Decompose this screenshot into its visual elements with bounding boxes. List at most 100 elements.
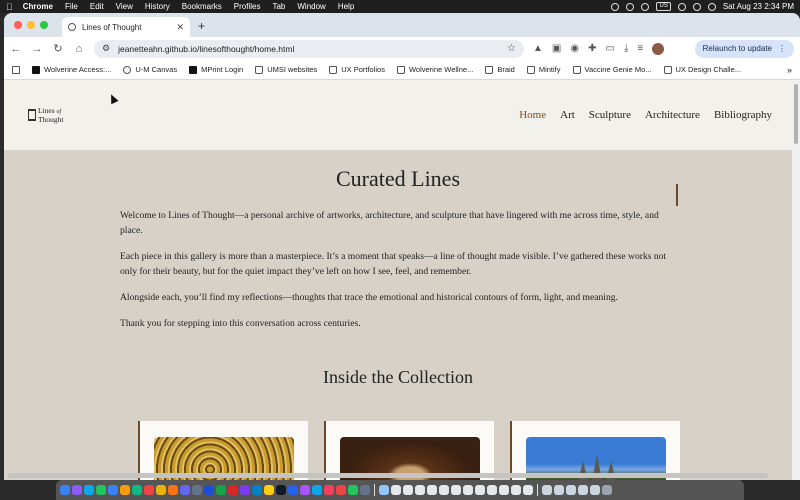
- chrome-icon[interactable]: [264, 485, 274, 495]
- calendar-icon[interactable]: [144, 485, 154, 495]
- music-icon[interactable]: [324, 485, 334, 495]
- nav-architecture[interactable]: Architecture: [645, 109, 700, 121]
- unknown-app-icon[interactable]: [427, 485, 437, 495]
- safari-icon[interactable]: [84, 485, 94, 495]
- unknown-app-icon[interactable]: [403, 485, 413, 495]
- menu-profiles[interactable]: Profiles: [234, 2, 261, 11]
- extensions-puzzle-icon[interactable]: ✚: [588, 43, 596, 54]
- launchpad-icon[interactable]: [72, 485, 82, 495]
- site-info-icon[interactable]: ⚙: [102, 43, 110, 54]
- unknown-app-icon[interactable]: [523, 485, 533, 495]
- scrollbar-thumb[interactable]: [794, 84, 798, 144]
- control-center-icon[interactable]: [707, 2, 716, 11]
- bookmark-5[interactable]: Wolverine Wellne...: [396, 65, 473, 74]
- finder-icon[interactable]: [60, 485, 70, 495]
- unknown-app-icon[interactable]: [487, 485, 497, 495]
- reminders-icon[interactable]: [168, 485, 178, 495]
- address-bar[interactable]: ⚙ jeanetteahn.github.io/linesofthought/h…: [94, 39, 524, 58]
- apple-menu-icon[interactable]: : [6, 2, 13, 12]
- nav-home[interactable]: Home: [519, 109, 546, 121]
- play-icon[interactable]: [641, 2, 650, 11]
- home-icon[interactable]: ⌂: [73, 43, 85, 55]
- bluetooth-icon[interactable]: [626, 2, 635, 11]
- extension-icon-1[interactable]: ▲: [533, 43, 543, 54]
- outlook-icon[interactable]: [252, 485, 262, 495]
- menu-tab[interactable]: Tab: [272, 2, 285, 11]
- unknown-app-icon[interactable]: [439, 485, 449, 495]
- menu-help[interactable]: Help: [338, 2, 354, 11]
- unknown-app-icon[interactable]: [499, 485, 509, 495]
- photos-icon[interactable]: [120, 485, 130, 495]
- forward-arrow-icon[interactable]: →: [31, 43, 43, 55]
- menu-file[interactable]: File: [65, 2, 78, 11]
- wifi-icon[interactable]: [677, 2, 686, 11]
- minimize-window-button[interactable]: [27, 21, 35, 29]
- preview-icon[interactable]: [360, 485, 370, 495]
- trash-icon[interactable]: [602, 485, 612, 495]
- bookmark-6[interactable]: Braid: [485, 65, 515, 74]
- collection-card-sculpture[interactable]: [324, 421, 494, 480]
- recent-app-icon[interactable]: [379, 485, 389, 495]
- app-store-icon[interactable]: [180, 485, 190, 495]
- menu-edit[interactable]: Edit: [90, 2, 104, 11]
- unknown-app-icon[interactable]: [475, 485, 485, 495]
- bookmark-3[interactable]: UMSI websites: [255, 65, 317, 74]
- search-icon[interactable]: [692, 2, 701, 11]
- horizontal-scrollbar[interactable]: [8, 473, 768, 478]
- extension-icon-2[interactable]: ▣: [552, 43, 561, 54]
- download-icon[interactable]: ⤓: [624, 43, 628, 54]
- profile-avatar[interactable]: [652, 42, 665, 55]
- menu-view[interactable]: View: [116, 2, 133, 11]
- unknown-app-icon[interactable]: [511, 485, 521, 495]
- messages-icon[interactable]: [96, 485, 106, 495]
- collection-card-architecture[interactable]: [510, 421, 680, 480]
- more-menu-icon[interactable]: ⋮: [778, 44, 786, 53]
- menu-bookmarks[interactable]: Bookmarks: [182, 2, 222, 11]
- menu-history[interactable]: History: [145, 2, 170, 11]
- tab-lines-of-thought[interactable]: Lines of Thought ✕: [62, 17, 190, 37]
- nav-bibliography[interactable]: Bibliography: [714, 109, 772, 121]
- minimized-window-icon[interactable]: [554, 485, 564, 495]
- spotify-icon[interactable]: [348, 485, 358, 495]
- zoom-icon[interactable]: [288, 485, 298, 495]
- bookmark-4[interactable]: UX Portfolios: [329, 65, 385, 74]
- minimized-window-icon[interactable]: [590, 485, 600, 495]
- bookmark-7[interactable]: Mintify: [526, 65, 561, 74]
- back-arrow-icon[interactable]: ←: [10, 43, 22, 55]
- bookmark-8[interactable]: Vaccine Genie Mo...: [572, 65, 652, 74]
- teams-icon[interactable]: [240, 485, 250, 495]
- excel-icon[interactable]: [216, 485, 226, 495]
- menu-app-name[interactable]: Chrome: [23, 2, 53, 11]
- nav-sculpture[interactable]: Sculpture: [589, 109, 631, 121]
- zoom-window-button[interactable]: [40, 21, 48, 29]
- bookmark-1[interactable]: U-M Canvas: [123, 65, 177, 74]
- close-window-button[interactable]: [14, 21, 22, 29]
- new-tab-button[interactable]: +: [198, 19, 205, 33]
- collection-card-art[interactable]: [138, 421, 308, 480]
- bookmark-0[interactable]: Wolverine Access:...: [32, 65, 111, 74]
- bookmark-9[interactable]: UX Design Challe...: [663, 65, 741, 74]
- site-logo[interactable]: Lines of Thought: [28, 107, 63, 123]
- reload-icon[interactable]: ↻: [52, 42, 64, 55]
- notes-icon[interactable]: [156, 485, 166, 495]
- word-icon[interactable]: [204, 485, 214, 495]
- bookmark-2[interactable]: MPrint Login: [189, 65, 243, 74]
- unknown-app-icon[interactable]: [463, 485, 473, 495]
- mail-icon[interactable]: [108, 485, 118, 495]
- facetime-icon[interactable]: [132, 485, 142, 495]
- unknown-app-icon[interactable]: [415, 485, 425, 495]
- input-source-indicator[interactable]: US: [656, 2, 671, 11]
- vertical-scrollbar[interactable]: [792, 80, 800, 480]
- nav-art[interactable]: Art: [560, 109, 575, 121]
- bookmark-star-icon[interactable]: ☆: [507, 43, 516, 54]
- extension-icon-3[interactable]: ◉: [570, 43, 579, 54]
- acrobat-icon[interactable]: [336, 485, 346, 495]
- apps-grid-icon[interactable]: [12, 65, 20, 74]
- minimized-window-icon[interactable]: [566, 485, 576, 495]
- vscode-icon[interactable]: [312, 485, 322, 495]
- settings-icon[interactable]: [192, 485, 202, 495]
- status-app-icon[interactable]: [611, 2, 620, 11]
- unknown-app-icon[interactable]: [451, 485, 461, 495]
- terminal-icon[interactable]: [276, 485, 286, 495]
- unknown-app-icon[interactable]: [391, 485, 401, 495]
